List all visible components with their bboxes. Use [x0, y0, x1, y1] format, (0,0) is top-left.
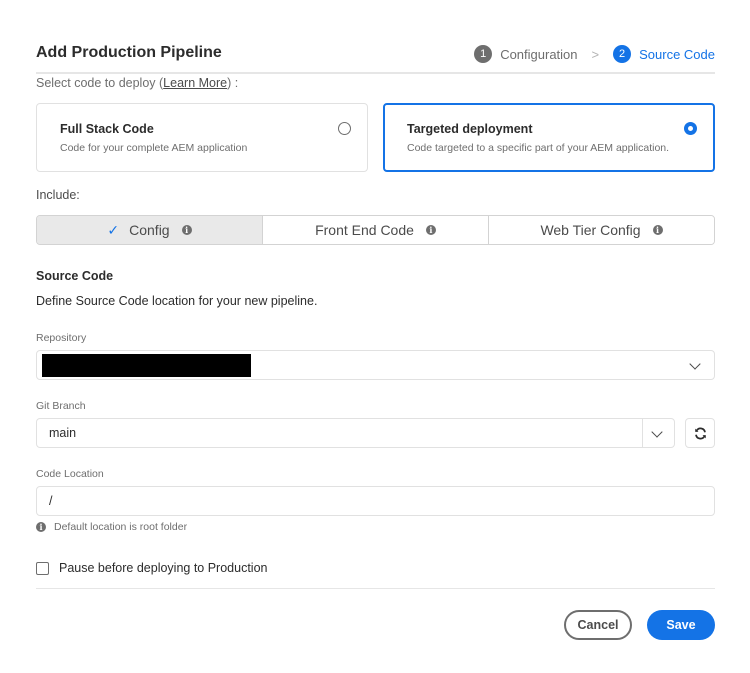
git-branch-select[interactable]: main	[36, 418, 675, 448]
segment-config[interactable]: ✓ Config i	[37, 216, 263, 244]
refresh-branches-button[interactable]	[685, 418, 715, 448]
save-button[interactable]: Save	[647, 610, 715, 640]
stepper: 1 Configuration > 2 Source Code	[474, 45, 715, 63]
include-segmented-control: ✓ Config i Front End Code i Web Tier Con…	[36, 215, 715, 245]
info-icon[interactable]: i	[652, 225, 663, 235]
code-location-value: /	[49, 494, 53, 508]
radio-targeted-deployment[interactable]	[684, 122, 697, 135]
source-code-description: Define Source Code location for your new…	[36, 294, 318, 308]
dialog-title: Add Production Pipeline	[36, 44, 222, 61]
segment-label: Config	[129, 222, 170, 238]
hint-text: Default location is root folder	[54, 521, 188, 533]
pause-label: Pause before deploying to Production	[59, 561, 268, 575]
deploy-prompt-suffix: ) :	[227, 76, 239, 90]
repository-label: Repository	[36, 332, 87, 344]
segment-label: Web Tier Config	[540, 222, 641, 238]
option-title: Full Stack Code	[60, 122, 154, 136]
segment-front-end-code[interactable]: Front End Code i	[263, 216, 489, 244]
pause-before-production[interactable]: Pause before deploying to Production	[36, 561, 267, 575]
git-branch-value: main	[49, 426, 77, 440]
cancel-button[interactable]: Cancel	[564, 610, 632, 640]
checkmark-icon: ✓	[107, 221, 120, 238]
divider	[36, 588, 715, 589]
step-configuration[interactable]: 1 Configuration	[474, 45, 578, 63]
select-divider	[642, 419, 643, 447]
chevron-right-icon: >	[591, 46, 600, 62]
learn-more-link[interactable]: Learn More	[163, 76, 227, 90]
step-number-2: 2	[613, 45, 632, 63]
step-label-source-code: Source Code	[639, 46, 715, 62]
chevron-down-icon[interactable]	[651, 426, 663, 438]
option-title: Targeted deployment	[407, 122, 533, 136]
dialog-header: Add Production Pipeline 1 Configuration …	[36, 44, 715, 74]
segment-label: Front End Code	[315, 222, 414, 238]
option-description: Code targeted to a specific part of your…	[407, 142, 670, 154]
info-icon[interactable]: i	[425, 225, 436, 235]
refresh-icon	[694, 427, 706, 439]
radio-full-stack-code[interactable]	[338, 122, 351, 135]
repository-select[interactable]	[36, 350, 715, 380]
git-branch-label: Git Branch	[36, 400, 86, 412]
code-location-hint: i Default location is root folder	[36, 521, 187, 533]
deploy-prompt: Select code to deploy (Learn More) :	[36, 76, 238, 90]
code-location-label: Code Location	[36, 468, 104, 480]
option-full-stack-code[interactable]: Full Stack Code Code for your complete A…	[36, 103, 368, 172]
source-code-heading: Source Code	[36, 269, 114, 283]
segment-web-tier-config[interactable]: Web Tier Config i	[489, 216, 714, 244]
chevron-down-icon	[689, 358, 701, 370]
redacted-repository-value	[42, 354, 251, 377]
info-icon[interactable]: i	[181, 225, 192, 235]
step-source-code[interactable]: 2 Source Code	[613, 45, 715, 63]
option-targeted-deployment[interactable]: Targeted deployment Code targeted to a s…	[383, 103, 715, 172]
pause-checkbox[interactable]	[36, 561, 49, 575]
code-location-input[interactable]: /	[36, 486, 715, 516]
option-description: Code for your complete AEM application	[60, 142, 248, 154]
step-label-configuration: Configuration	[500, 46, 578, 62]
deploy-prompt-prefix: Select code to deploy (	[36, 76, 164, 90]
include-label: Include:	[36, 188, 80, 202]
info-icon: i	[36, 522, 46, 532]
step-number-1: 1	[474, 45, 493, 63]
